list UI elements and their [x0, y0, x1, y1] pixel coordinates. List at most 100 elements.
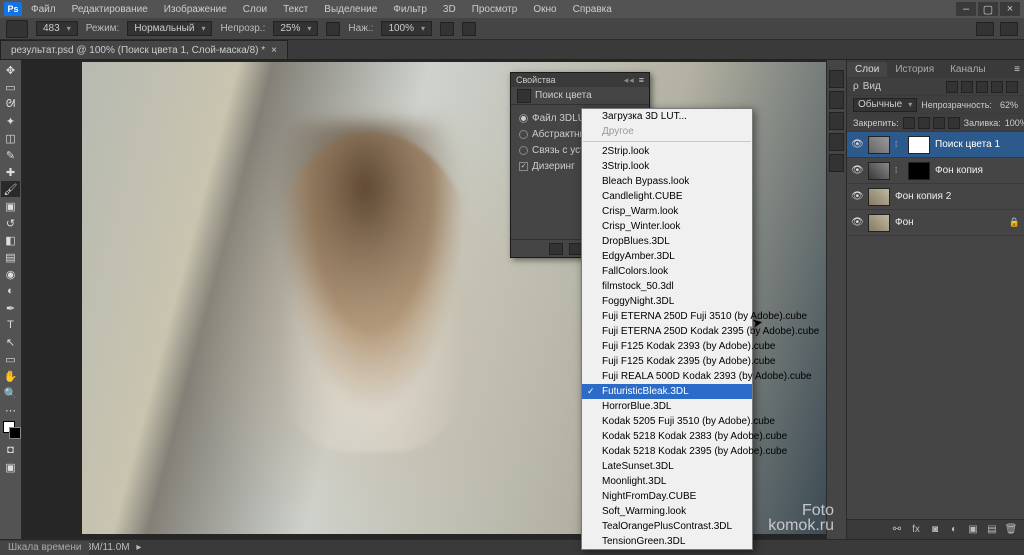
menu-window[interactable]: Окно	[526, 2, 563, 17]
tool-hand[interactable]: ✋	[1, 368, 20, 384]
color-swatches[interactable]	[1, 421, 20, 441]
link-layers-icon[interactable]: ⚯	[890, 523, 904, 537]
tool-path[interactable]: ↖	[1, 334, 20, 350]
visibility-toggle-icon[interactable]: 👁	[851, 139, 863, 150]
filter-shape-icon[interactable]	[991, 81, 1003, 93]
lut-menu-item[interactable]: Fuji F125 Kodak 2395 (by Adobe).cube	[582, 354, 752, 369]
lock-position-icon[interactable]	[933, 117, 945, 129]
workspace-switcher-icon[interactable]	[1000, 22, 1018, 36]
layer-opacity-value[interactable]: 62%	[996, 100, 1018, 110]
tool-type[interactable]: T	[1, 317, 20, 333]
lut-menu-item[interactable]: Candlelight.CUBE	[582, 189, 752, 204]
layer-name[interactable]: Фон	[895, 217, 914, 228]
document-tab-close[interactable]: ×	[271, 45, 277, 56]
menu-file[interactable]: Файл	[24, 2, 63, 17]
tool-marquee[interactable]: ▭	[1, 79, 20, 95]
brush-preset-thumb[interactable]	[6, 20, 28, 38]
lut-menu-item[interactable]: DropBlues.3DL	[582, 234, 752, 249]
lut-menu-item[interactable]: FallColors.look	[582, 264, 752, 279]
lut-menu-item[interactable]: FoggyNight.3DL	[582, 294, 752, 309]
lut-menu-item[interactable]: Fuji F125 Kodak 2393 (by Adobe).cube	[582, 339, 752, 354]
layer-thumb[interactable]	[868, 136, 890, 154]
radio-devicelink[interactable]	[519, 146, 528, 155]
tool-crop[interactable]: ◫	[1, 130, 20, 146]
tab-history[interactable]: История	[887, 62, 942, 77]
tab-channels[interactable]: Каналы	[942, 62, 994, 77]
clip-to-layer-icon[interactable]	[549, 243, 563, 255]
filter-adjust-icon[interactable]	[961, 81, 973, 93]
lut-menu-item[interactable]: HorrorBlue.3DL	[582, 399, 752, 414]
flow-field[interactable]: 100%	[381, 21, 432, 36]
collapsed-panel-2-icon[interactable]	[829, 91, 844, 109]
tool-blur[interactable]: ◉	[1, 266, 20, 282]
lut-menu-item[interactable]: LateSunset.3DL	[582, 459, 752, 474]
menu-image[interactable]: Изображение	[157, 2, 234, 17]
tab-layers[interactable]: Слои	[847, 62, 887, 77]
airbrush-icon[interactable]	[440, 22, 454, 36]
new-group-icon[interactable]: ▣	[966, 523, 980, 537]
tool-gradient[interactable]: ▤	[1, 249, 20, 265]
pressure-size-icon[interactable]	[462, 22, 476, 36]
visibility-toggle-icon[interactable]: 👁	[851, 217, 863, 228]
new-layer-icon[interactable]: ▤	[985, 523, 999, 537]
menu-layers[interactable]: Слои	[236, 2, 274, 17]
menu-edit[interactable]: Редактирование	[65, 2, 155, 17]
visibility-toggle-icon[interactable]: 👁	[851, 165, 863, 176]
radio-3dlut[interactable]	[519, 114, 528, 123]
lut-menu-item[interactable]: TealOrangePlusContrast.3DL	[582, 519, 752, 534]
document-tab[interactable]: результат.psd @ 100% (Поиск цвета 1, Сло…	[0, 40, 288, 59]
lut-menu-item[interactable]: TensionGreen.3DL	[582, 534, 752, 549]
lut-menu-item[interactable]: Kodak 5205 Fuji 3510 (by Adobe).cube	[582, 414, 752, 429]
lut-menu-item[interactable]: Fuji ETERNA 250D Kodak 2395 (by Adobe).c…	[582, 324, 752, 339]
menu-view[interactable]: Просмотр	[465, 2, 525, 17]
layer-row[interactable]: 👁 ⁞ Поиск цвета 1	[847, 132, 1024, 158]
lock-transparent-icon[interactable]	[903, 117, 915, 129]
tool-wand[interactable]: ✦	[1, 113, 20, 129]
layer-fx-icon[interactable]: fx	[909, 523, 923, 537]
radio-abstract[interactable]	[519, 130, 528, 139]
filter-smart-icon[interactable]	[1006, 81, 1018, 93]
tool-stamp[interactable]: ▣	[1, 198, 20, 214]
layer-row[interactable]: 👁 Фон 🔒	[847, 210, 1024, 236]
tool-screenmode[interactable]: ▣	[1, 459, 20, 475]
tool-eraser[interactable]: ◧	[1, 232, 20, 248]
add-mask-icon[interactable]: ◙	[928, 523, 942, 537]
blend-mode-select[interactable]: Нормальный	[127, 21, 212, 36]
filter-type-icon[interactable]	[976, 81, 988, 93]
panel-menu-icon[interactable]: ≡	[639, 75, 644, 85]
layer-row[interactable]: 👁 ⁞ Фон копия	[847, 158, 1024, 184]
layer-thumb[interactable]	[868, 188, 890, 206]
new-adjustment-icon[interactable]: ◐	[947, 523, 961, 537]
lut-menu-item[interactable]: 2Strip.look	[582, 144, 752, 159]
tool-dodge[interactable]: ◐	[1, 283, 20, 299]
lut-menu-item[interactable]: 3Strip.look	[582, 159, 752, 174]
lut-menu-item[interactable]: Crisp_Winter.look	[582, 219, 752, 234]
workspace-3d-icon[interactable]	[976, 22, 994, 36]
tool-quickmask[interactable]: ◘	[1, 442, 20, 458]
panel-collapse-icon[interactable]: ◂◂	[624, 75, 635, 86]
menu-filter[interactable]: Фильтр	[386, 2, 434, 17]
lock-pixels-icon[interactable]	[918, 117, 930, 129]
properties-titlebar[interactable]: Свойства ◂◂ ≡	[511, 73, 649, 87]
lut-menu-item[interactable]: Bleach Bypass.look	[582, 174, 752, 189]
panel-menu-icon[interactable]: ≡	[1010, 64, 1024, 75]
tool-lasso[interactable]: ᘛ	[1, 96, 20, 112]
lut-menu-item[interactable]: Soft_Warming.look	[582, 504, 752, 519]
layer-thumb[interactable]	[868, 162, 890, 180]
lut-menu-load[interactable]: Загрузка 3D LUT...	[582, 109, 752, 124]
window-close[interactable]: ×	[1000, 2, 1020, 16]
layer-mask-thumb[interactable]	[908, 162, 930, 180]
window-maximize[interactable]: ▢	[978, 2, 998, 16]
collapsed-panel-4-icon[interactable]	[829, 133, 844, 151]
delete-layer-icon[interactable]: 🗑	[1004, 523, 1018, 537]
tool-history-brush[interactable]: ↺	[1, 215, 20, 231]
timeline-tab[interactable]: Шкала времени	[0, 541, 89, 555]
lut-menu-item[interactable]: Fuji REALA 500D Kodak 2393 (by Adobe).cu…	[582, 369, 752, 384]
collapsed-panel-5-icon[interactable]	[829, 154, 844, 172]
background-color[interactable]	[9, 427, 21, 439]
lut-menu-item[interactable]: Kodak 5218 Kodak 2395 (by Adobe).cube	[582, 444, 752, 459]
layer-mask-thumb[interactable]	[908, 136, 930, 154]
filter-pixel-icon[interactable]	[946, 81, 958, 93]
tool-move[interactable]: ✥	[1, 62, 20, 78]
menu-help[interactable]: Справка	[566, 2, 619, 17]
